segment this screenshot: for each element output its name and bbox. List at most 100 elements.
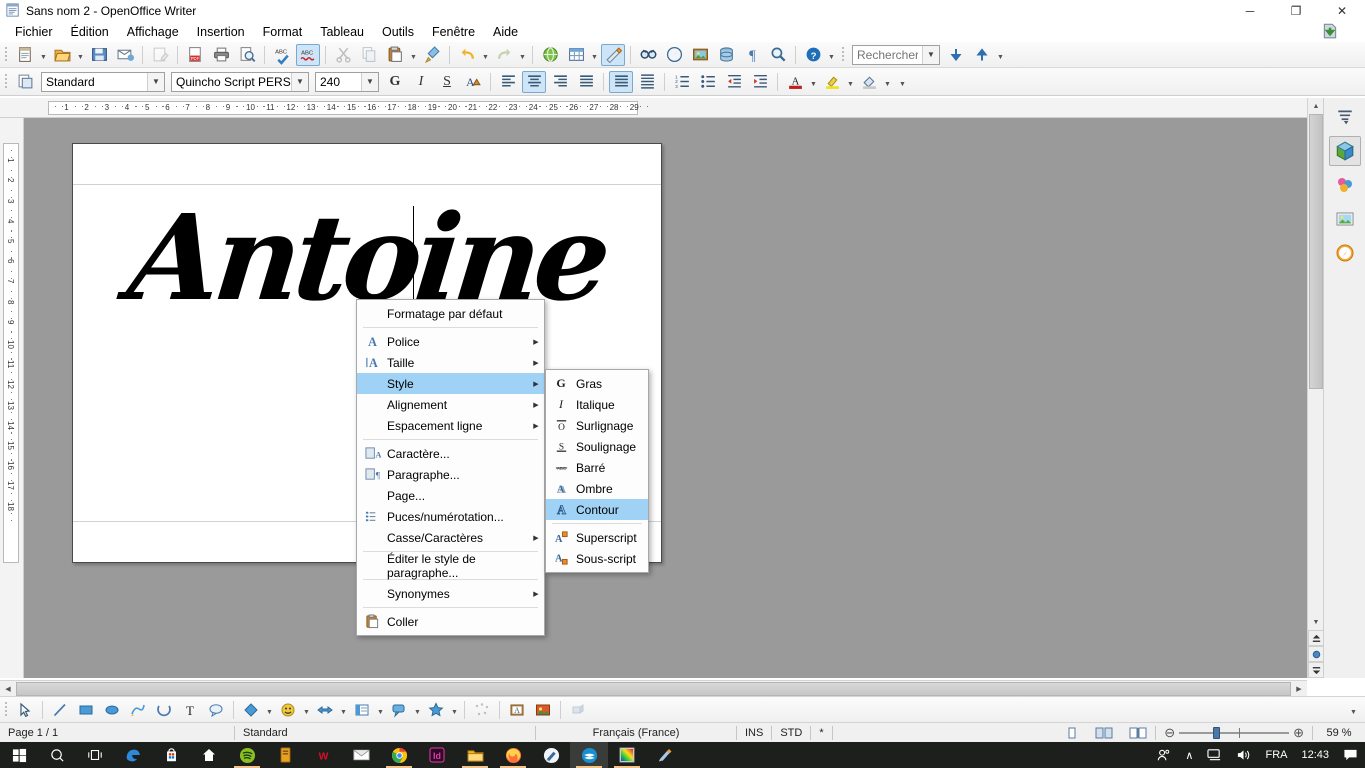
find-replace-icon[interactable] bbox=[636, 44, 660, 66]
data-sources-icon[interactable] bbox=[714, 44, 738, 66]
menu-insertion[interactable]: Insertion bbox=[188, 23, 254, 41]
menu-item-police[interactable]: A Police ▶ bbox=[357, 331, 544, 352]
book-view-icon[interactable] bbox=[1121, 723, 1155, 743]
selection-mode-status[interactable]: STD bbox=[772, 723, 810, 743]
stars-dropdown-icon[interactable]: ▼ bbox=[449, 699, 460, 721]
basic-shapes-icon[interactable] bbox=[239, 699, 263, 721]
flowchart-icon[interactable] bbox=[350, 699, 374, 721]
submenu-item-contour[interactable]: A Contour bbox=[546, 499, 648, 520]
drawing-toolbar-overflow-icon[interactable]: ▼ bbox=[1348, 699, 1359, 721]
save-indicator-icon[interactable] bbox=[1321, 22, 1343, 42]
microsoft-store-icon[interactable] bbox=[152, 742, 190, 768]
book-icon[interactable] bbox=[266, 742, 304, 768]
menu-item-editer-style-paragraphe[interactable]: Éditer le style de paragraphe... bbox=[357, 552, 544, 580]
from-file-icon[interactable] bbox=[531, 699, 555, 721]
menu-item-taille[interactable]: A Taille ▶ bbox=[357, 352, 544, 373]
submenu-item-sous-script[interactable]: A Sous-script bbox=[546, 548, 648, 569]
styles-and-formatting-icon[interactable] bbox=[13, 71, 37, 93]
find-next-icon[interactable] bbox=[944, 44, 968, 66]
flowchart-dropdown-icon[interactable]: ▼ bbox=[375, 699, 386, 721]
align-center-icon[interactable] bbox=[522, 70, 546, 93]
properties-panel-icon[interactable] bbox=[1328, 136, 1361, 166]
arc-icon[interactable] bbox=[152, 699, 176, 721]
menu-item-alignement[interactable]: Alignement ▶ bbox=[357, 394, 544, 415]
callout-shapes-icon[interactable] bbox=[387, 699, 411, 721]
search-text-field[interactable] bbox=[853, 47, 922, 62]
redo-icon[interactable] bbox=[492, 44, 516, 66]
menu-aide[interactable]: Aide bbox=[484, 23, 527, 41]
next-page-button[interactable] bbox=[1308, 662, 1324, 678]
file-explorer-icon[interactable] bbox=[456, 742, 494, 768]
scroll-right-button[interactable]: ▶ bbox=[1291, 681, 1307, 697]
standard-toolbar-overflow-icon[interactable]: ▼ bbox=[826, 44, 837, 66]
submenu-item-soulignage[interactable]: S Soulignage bbox=[546, 436, 648, 457]
search-toolbar-grip[interactable] bbox=[839, 45, 847, 65]
zoom-thumb[interactable] bbox=[1213, 726, 1221, 739]
zoom-out-button[interactable]: ⊖ bbox=[1164, 725, 1175, 741]
spotify-icon[interactable] bbox=[228, 742, 266, 768]
line-spacing-2-icon[interactable] bbox=[635, 71, 659, 93]
paragraph-style-combo[interactable]: Standard ▼ bbox=[41, 71, 165, 92]
vertical-ruler[interactable]: 1 2 3 4 5 6 7 8 9 10 11 12 13 14 15 16 17 18 bbox=[0, 118, 24, 678]
ellipse-icon[interactable] bbox=[100, 699, 124, 721]
callout-shapes-dropdown-icon[interactable]: ▼ bbox=[412, 699, 423, 721]
zoom-icon[interactable] bbox=[766, 44, 790, 66]
background-color-icon[interactable] bbox=[857, 71, 881, 93]
home-icon[interactable] bbox=[190, 742, 228, 768]
table-dropdown-icon[interactable]: ▼ bbox=[589, 44, 600, 66]
vertical-scrollbar[interactable]: ▲ ▼ bbox=[1307, 98, 1324, 678]
submenu-item-barre[interactable]: ABC Barré bbox=[546, 457, 648, 478]
task-view-icon[interactable] bbox=[76, 742, 114, 768]
insert-mode-status[interactable]: INS bbox=[737, 723, 771, 743]
edge-icon[interactable] bbox=[114, 742, 152, 768]
zoom-in-button[interactable]: ⊕ bbox=[1293, 725, 1304, 741]
navigation-button[interactable] bbox=[1308, 646, 1324, 662]
horizontal-scrollbar[interactable]: ◀ ▶ bbox=[0, 680, 1307, 696]
multi-page-view-icon[interactable] bbox=[1087, 723, 1121, 743]
network-icon[interactable] bbox=[1200, 742, 1229, 768]
menu-item-casse-caracteres[interactable]: Casse/Caractères ▶ bbox=[357, 527, 544, 548]
points-icon[interactable] bbox=[470, 699, 494, 721]
menu-item-caractere[interactable]: A Caractère... bbox=[357, 443, 544, 464]
clone-formatting-icon[interactable] bbox=[420, 44, 444, 66]
context-menu[interactable]: Formatage par défaut A Police ▶ A Taille… bbox=[356, 299, 545, 636]
align-justified-icon[interactable] bbox=[574, 71, 598, 93]
formatting-marks-icon[interactable]: ¶ bbox=[740, 44, 764, 66]
basic-shapes-dropdown-icon[interactable]: ▼ bbox=[264, 699, 275, 721]
decrease-indent-icon[interactable] bbox=[722, 71, 746, 93]
find-previous-icon[interactable] bbox=[970, 44, 994, 66]
action-center-icon[interactable] bbox=[1336, 742, 1365, 768]
paragraph-style-dropdown-icon[interactable]: ▼ bbox=[147, 72, 164, 91]
italic-icon[interactable]: I bbox=[409, 71, 433, 93]
toolbar-grip[interactable] bbox=[2, 45, 10, 65]
highlighting-dropdown-icon[interactable]: ▼ bbox=[845, 71, 856, 93]
fontwork-gallery-icon[interactable]: A bbox=[505, 699, 529, 721]
menu-outils[interactable]: Outils bbox=[373, 23, 423, 41]
search-toolbar-overflow-icon[interactable]: ▼ bbox=[995, 44, 1006, 66]
spelling-check-icon[interactable]: ABC bbox=[270, 44, 294, 66]
underline-icon[interactable]: S bbox=[435, 71, 459, 93]
block-arrows-dropdown-icon[interactable]: ▼ bbox=[338, 699, 349, 721]
undo-icon[interactable] bbox=[455, 44, 479, 66]
menu-item-page[interactable]: Page... bbox=[357, 485, 544, 506]
close-button[interactable]: ✕ bbox=[1319, 0, 1365, 22]
align-left-icon[interactable] bbox=[496, 71, 520, 93]
line-icon[interactable] bbox=[48, 699, 72, 721]
font-name-dropdown-icon[interactable]: ▼ bbox=[291, 72, 308, 91]
font-color-dropdown-icon[interactable]: ▼ bbox=[808, 71, 819, 93]
symbol-shapes-dropdown-icon[interactable]: ▼ bbox=[301, 699, 312, 721]
autospellcheck-icon[interactable]: ABC bbox=[296, 43, 320, 66]
page-style-status[interactable]: Standard bbox=[235, 723, 535, 743]
menu-item-synonymes[interactable]: Synonymes ▶ bbox=[357, 583, 544, 604]
menu-affichage[interactable]: Affichage bbox=[118, 23, 188, 41]
paste-dropdown-icon[interactable]: ▼ bbox=[408, 44, 419, 66]
ordered-list-icon[interactable]: 123 bbox=[670, 71, 694, 93]
submenu-item-italique[interactable]: I Italique bbox=[546, 394, 648, 415]
open-document-dropdown-icon[interactable]: ▼ bbox=[75, 44, 86, 66]
firefox-icon[interactable] bbox=[494, 742, 532, 768]
extrusion-icon[interactable] bbox=[566, 699, 590, 721]
paste-icon[interactable] bbox=[383, 44, 407, 66]
rectangle-icon[interactable] bbox=[74, 699, 98, 721]
style-submenu[interactable]: G Gras I Italique O Surlignage S Soulign… bbox=[545, 369, 649, 573]
show-draw-functions-icon[interactable] bbox=[601, 43, 625, 66]
